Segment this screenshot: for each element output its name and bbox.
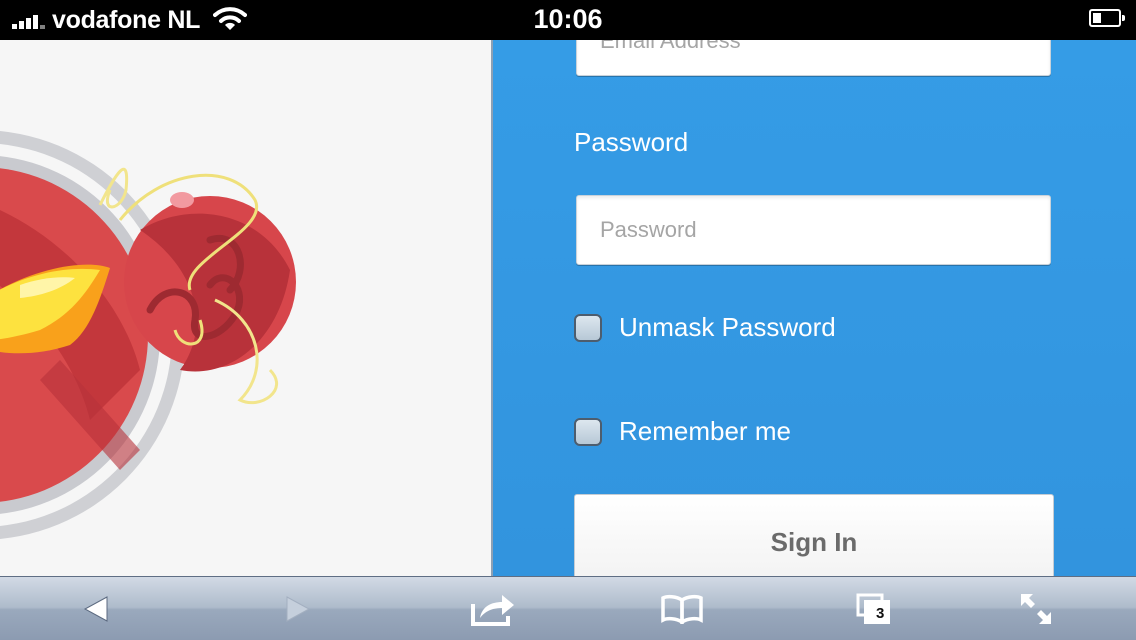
back-button[interactable] bbox=[56, 577, 136, 640]
tabs-button[interactable]: 3 bbox=[834, 577, 914, 640]
status-bar: vodafone NL 10:06 bbox=[0, 0, 1136, 40]
sign-in-button[interactable]: Sign In bbox=[574, 494, 1054, 576]
battery-icon bbox=[1089, 9, 1125, 27]
illustration-panel bbox=[0, 40, 493, 576]
unmask-password-checkbox[interactable] bbox=[574, 314, 602, 342]
login-form: Password Unmask Password Remember me Sig… bbox=[493, 40, 1136, 576]
remember-me-label: Remember me bbox=[619, 416, 791, 446]
email-field[interactable] bbox=[576, 40, 1051, 76]
share-icon bbox=[471, 595, 514, 626]
back-icon bbox=[83, 596, 108, 622]
unmask-password-label: Unmask Password bbox=[619, 312, 836, 342]
forward-icon bbox=[286, 596, 311, 622]
forward-button[interactable] bbox=[258, 577, 338, 640]
fullscreen-button[interactable] bbox=[996, 577, 1076, 640]
remember-me-checkbox[interactable] bbox=[574, 418, 602, 446]
web-page: Password Unmask Password Remember me Sig… bbox=[0, 40, 1136, 576]
password-field[interactable] bbox=[576, 195, 1051, 265]
share-button[interactable] bbox=[453, 577, 533, 640]
fullscreen-icon bbox=[1021, 594, 1051, 624]
bookmarks-icon bbox=[661, 594, 703, 624]
tab-count-badge: 3 bbox=[876, 605, 885, 622]
browser-toolbar: 3 bbox=[0, 576, 1136, 640]
tabs-icon bbox=[856, 593, 890, 624]
bookmarks-button[interactable] bbox=[642, 577, 722, 640]
password-label: Password bbox=[574, 127, 689, 157]
clock: 10:06 bbox=[533, 4, 603, 34]
rocket-illustration bbox=[0, 131, 296, 539]
